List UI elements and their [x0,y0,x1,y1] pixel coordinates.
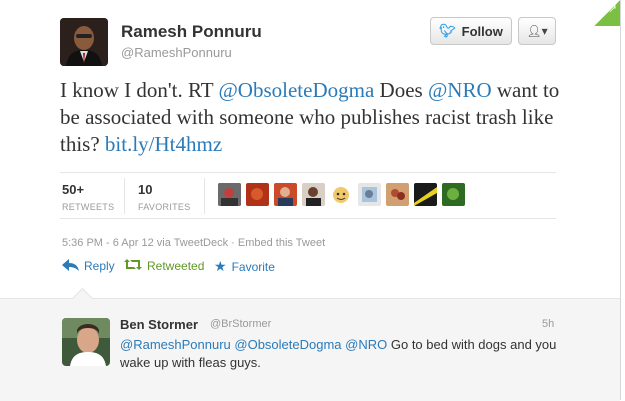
tweet-text: I know I don't. RT @ObsoleteDogma Does @… [60,77,580,158]
reply-icon [62,258,79,274]
embed-tweet-link[interactable]: Embed this Tweet [238,237,325,249]
reply-timestamp[interactable]: 5h [542,318,554,330]
favoriter-avatar[interactable] [246,183,269,206]
stats-bottom-divider [60,218,556,219]
retweets-label: RETWEETS [62,202,115,212]
tweet-text-pre: I know I don't. RT [60,78,219,102]
reply-label: Reply [84,259,115,273]
favorite-button[interactable]: ★ Favorite [214,258,275,275]
stats-separator [124,178,125,214]
caret-down-icon: ▾ [541,24,548,38]
favoriter-avatar[interactable] [274,183,297,206]
reply-button[interactable]: Reply [62,258,115,274]
favoriter-avatar[interactable] [414,183,437,206]
favorites-label: FAVORITES [138,202,191,212]
user-actions-button[interactable]: 👤︎ ▾ [518,17,556,45]
favoriter-avatar[interactable] [442,183,465,206]
favorites-count: 10 [138,182,153,197]
reply-author-handle[interactable]: @BrStormer [210,318,271,330]
tweet-text-mid: Does [374,78,428,102]
favorite-label: Favorite [231,259,275,274]
retweet-icon [124,258,142,274]
retweets-stat[interactable]: 50+ RETWEETS [62,182,114,212]
follow-button[interactable]: 🐦︎ Follow [430,17,512,45]
retweeted-label: Retweeted [147,259,205,273]
retweet-flag: ⇗ [594,0,620,26]
reply-author-avatar[interactable] [62,318,110,366]
reply-author-name[interactable]: Ben Stormer [120,317,198,332]
meta-separator: · [228,237,238,249]
twitter-bird-icon: 🐦︎ [439,23,456,38]
reply-text: @RameshPonnuru @ObsoleteDogma @NRO Go to… [120,336,570,372]
favoriter-avatar[interactable] [302,183,325,206]
tweet-source: via TweetDeck [153,237,229,249]
favorites-stat[interactable]: 10 FAVORITES [138,182,191,212]
user-icon: 👤︎ [526,24,542,38]
reply-mention-obsoletedogma[interactable]: @ObsoleteDogma [234,337,341,352]
mention-nro[interactable]: @NRO [428,78,492,102]
stats-top-divider [60,172,556,173]
retweets-count: 50+ [62,182,85,197]
flag-arrow-icon: ⇗ [606,1,617,15]
stats-separator-2 [204,178,205,214]
author-name[interactable]: Ramesh Ponnuru [121,22,262,42]
author-handle[interactable]: @RameshPonnuru [121,45,232,60]
reply-mention-nro[interactable]: @NRO [345,337,387,352]
retweeted-button[interactable]: Retweeted [124,258,204,274]
tweet-meta: 5:36 PM - 6 Apr 12 via TweetDeck · Embed… [62,237,325,249]
reply-mention-rameshponnuru[interactable]: @RameshPonnuru [120,337,231,352]
author-avatar[interactable] [60,18,108,66]
tweet-timestamp[interactable]: 5:36 PM - 6 Apr 12 [62,237,154,249]
favoriter-avatar[interactable] [218,183,241,206]
mention-obsoletedogma[interactable]: @ObsoleteDogma [218,78,374,102]
tweet-card: ⇗ Ramesh Ponnuru @RameshPonnuru 🐦︎ Follo… [0,0,621,401]
star-icon: ★ [214,258,227,274]
favoriter-avatar[interactable] [330,183,353,206]
follow-label: Follow [461,23,503,39]
favoriter-avatar[interactable] [386,183,409,206]
tweet-link[interactable]: bit.ly/Ht4hmz [105,132,222,156]
favoriter-avatar[interactable] [358,183,381,206]
